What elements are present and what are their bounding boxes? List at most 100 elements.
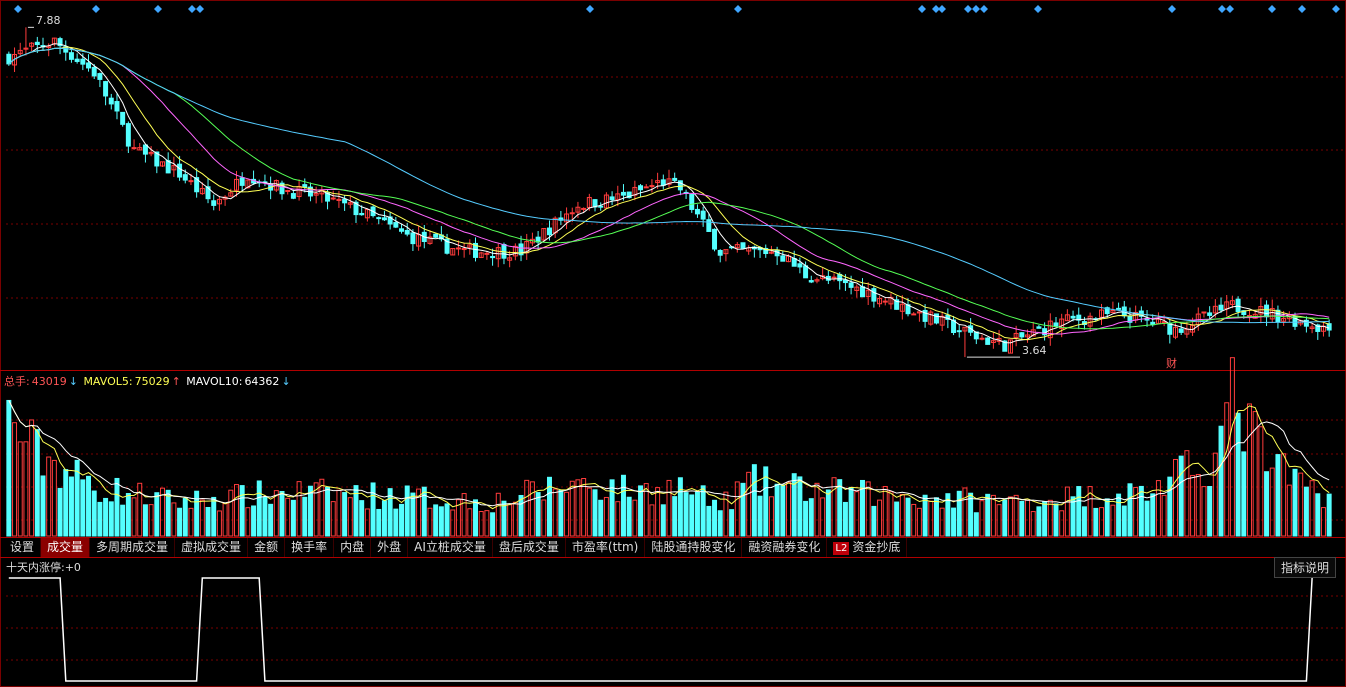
volume-bar [51, 459, 57, 537]
volume-bar [529, 481, 535, 537]
mavol10-value: 64362 [244, 375, 280, 388]
candle-body [1326, 323, 1332, 331]
volume-bar [142, 504, 148, 537]
volume-bar [808, 498, 814, 537]
volume-bar [273, 490, 279, 537]
volume-legend: 总手: 43019 ↓ MAVOL5: 75029 ↑ MAVOL10: 64362 ↓ [4, 373, 293, 389]
volume-bar [216, 510, 222, 537]
volume-bar [12, 422, 18, 537]
volume-bar [80, 479, 86, 537]
candle-body [399, 228, 405, 232]
candle-body [455, 247, 461, 250]
indicator-value: +0 [64, 561, 81, 574]
volume-bar [1275, 454, 1281, 537]
volume-bar [17, 441, 23, 537]
volume-bar [57, 487, 63, 537]
volume-bar [364, 508, 370, 537]
candle-body [86, 62, 92, 69]
candle-body [484, 252, 490, 255]
tab-virtual-volume[interactable]: 虚拟成交量 [175, 538, 249, 557]
tab-fund-bottom[interactable]: L2 资金抄底 [827, 538, 908, 557]
volume-bar [655, 487, 661, 537]
l2-badge: L2 [833, 542, 850, 555]
tab-northbound-holding[interactable]: 陆股通持股变化 [645, 538, 743, 557]
price-low-label: 3.64 [1022, 344, 1047, 357]
volume-bar [1303, 486, 1309, 537]
candle-body [831, 276, 837, 279]
volume-bar [1298, 472, 1304, 537]
candle-body [285, 189, 291, 192]
candle-body [956, 330, 962, 333]
candle-body [330, 197, 336, 200]
candle-body [700, 210, 706, 220]
candle-body [706, 219, 712, 232]
tab-turnover[interactable]: 换手率 [285, 538, 335, 557]
tab-settings[interactable]: 设置 [4, 538, 42, 557]
tab-virtual-volume-label: 虚拟成交量 [181, 540, 242, 554]
volume-bar [1218, 425, 1224, 537]
volume-bar [319, 478, 325, 537]
candle-body [740, 242, 746, 249]
volume-bar [199, 499, 205, 537]
candle-body [609, 196, 615, 201]
volume-bar [825, 489, 831, 537]
volume-bar [1150, 493, 1156, 537]
volume-bar [564, 491, 570, 537]
volume-bar [1326, 493, 1332, 537]
tab-outer-volume[interactable]: 外盘 [371, 538, 409, 557]
tab-amount[interactable]: 金额 [248, 538, 286, 557]
volume-bar [905, 497, 911, 537]
volume-bar [1138, 485, 1144, 537]
candle-body [103, 81, 109, 97]
candle-body [490, 255, 496, 259]
total-volume-label: 总手: [4, 375, 30, 388]
volume-bar [598, 499, 604, 537]
volume-bar [592, 489, 598, 537]
volume-bar [1195, 473, 1201, 537]
volume-bar [177, 507, 183, 537]
tab-margin-change-label: 融资融券变化 [748, 540, 821, 554]
volume-bar [268, 503, 274, 537]
volume-bar [165, 489, 171, 537]
candle-body [1207, 312, 1213, 316]
tab-volume[interactable]: 成交量 [41, 538, 91, 557]
candle-body [660, 179, 666, 186]
volume-bar [1002, 499, 1008, 537]
volume-bar [262, 496, 268, 537]
finance-report-marker[interactable]: 财 [1166, 355, 1177, 371]
volume-bar [1076, 486, 1082, 537]
tab-multi-period-volume[interactable]: 多周期成交量 [90, 538, 176, 557]
candle-body [672, 177, 678, 181]
candle-body [239, 177, 245, 186]
event-diamond-marker [938, 5, 946, 13]
candle-body [717, 249, 723, 256]
volume-bar [990, 494, 996, 537]
tab-inner-volume-label: 内盘 [340, 540, 365, 554]
candle-body [1218, 304, 1224, 311]
indicator-help-button[interactable]: 指标说明 [1273, 557, 1336, 578]
volume-bar [1320, 507, 1326, 537]
volume-bar [842, 501, 848, 537]
tab-margin-change[interactable]: 融资融券变化 [742, 538, 828, 557]
candle-body [302, 184, 308, 188]
volume-bar [484, 510, 490, 537]
candle-body [985, 337, 991, 345]
candle-body [842, 279, 848, 284]
mavol5-arrow: ↑ [171, 375, 181, 388]
volume-bar [916, 507, 922, 537]
event-diamond-marker [1034, 5, 1042, 13]
volume-bar [302, 496, 308, 537]
volume-bar [1161, 494, 1167, 537]
tab-inner-volume[interactable]: 内盘 [334, 538, 372, 557]
tab-amount-label: 金额 [254, 540, 279, 554]
volume-bar [1173, 458, 1178, 537]
tab-pe-ttm[interactable]: 市盈率(ttm) [566, 538, 646, 557]
tab-ai-volume[interactable]: AI立桩成交量 [408, 538, 493, 557]
volume-bar [285, 497, 291, 537]
tab-after-hours-volume[interactable]: 盘后成交量 [493, 538, 566, 557]
stock-chart[interactable] [0, 0, 1346, 687]
volume-bar [814, 482, 820, 537]
volume-bar [376, 508, 382, 537]
volume-bar [1155, 480, 1161, 537]
candle-body [933, 313, 939, 324]
